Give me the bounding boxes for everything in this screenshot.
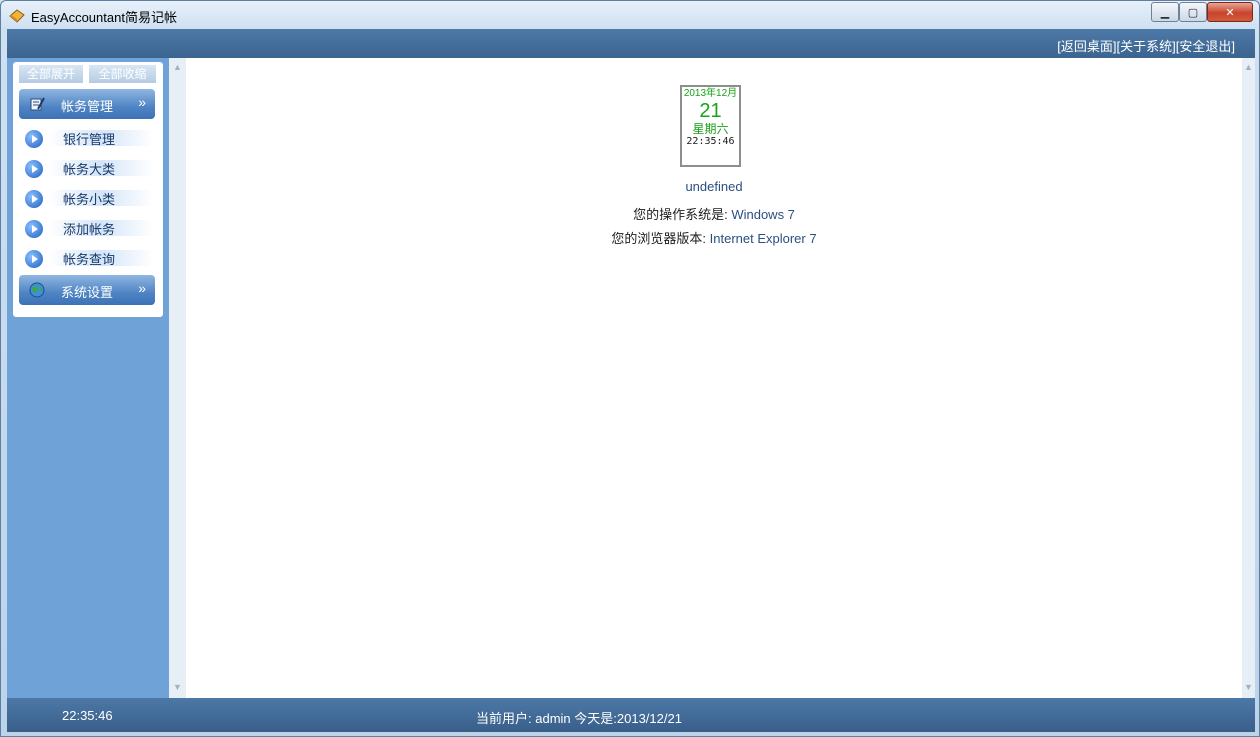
sidebar-scrollbar[interactable]: ▲ ▼ [169, 58, 186, 698]
close-icon: ✕ [1225, 6, 1235, 19]
globe-icon [29, 282, 45, 298]
chevron-double-right-icon: » [138, 280, 146, 296]
sidebar-item-label: 添加帐务 [63, 222, 116, 237]
play-icon [25, 190, 43, 208]
expand-all-button[interactable]: 全部展开 [19, 65, 83, 83]
calendar-weekday: 星期六 [692, 122, 729, 136]
sidebar-item-label: 银行管理 [63, 132, 116, 147]
user-name: admin [535, 711, 571, 726]
group-system-settings[interactable]: 系统设置 » [19, 275, 155, 305]
app-window: EasyAccountant简易记帐 ▁ ▢ ✕ [返回桌面][关于系统][安全… [0, 0, 1260, 737]
header-links: [返回桌面][关于系统][安全退出] [1057, 36, 1235, 55]
today-date: 2013/12/21 [616, 711, 682, 726]
content-scrollbar[interactable]: ▲ ▼ [1242, 58, 1255, 698]
calendar-year-month: 2013年12月 [683, 88, 738, 99]
status-user-info: 当前用户: admin 今天是:2013/12/21 [476, 708, 682, 727]
browser-value: Internet Explorer 7 [709, 231, 817, 246]
main-content: 2013年12月 21 星期六 22:35:46 undefined 您的操作系… [186, 58, 1242, 698]
sidebar-item-minor-category[interactable]: 帐务小类 [19, 186, 155, 210]
os-label: 您的操作系统是: [633, 207, 732, 222]
play-icon [25, 220, 43, 238]
minimize-button[interactable]: ▁ [1151, 2, 1179, 22]
group-account-management[interactable]: 帐务管理 » [19, 89, 155, 119]
user-label: 当前用户: [476, 711, 536, 726]
close-button[interactable]: ✕ [1207, 2, 1253, 22]
book-pen-icon [30, 97, 45, 111]
minimize-icon: ▁ [1160, 6, 1170, 19]
group-label: 帐务管理 [61, 99, 114, 114]
browser-info: 您的浏览器版本: Internet Explorer 7 [186, 228, 1242, 247]
scroll-down-icon[interactable]: ▼ [171, 681, 184, 694]
maximize-icon: ▢ [1187, 6, 1199, 19]
play-icon [25, 250, 43, 268]
browser-label: 您的浏览器版本: [611, 231, 710, 246]
os-value: Windows 7 [731, 207, 795, 222]
collapse-all-button[interactable]: 全部收缩 [89, 65, 156, 83]
maximize-button[interactable]: ▢ [1179, 2, 1207, 22]
app-logo-icon [9, 9, 25, 23]
sidebar-item-query-account[interactable]: 帐务查询 [19, 246, 155, 270]
play-icon [25, 160, 43, 178]
group-label: 系统设置 [61, 285, 114, 300]
scroll-down-icon[interactable]: ▼ [1242, 681, 1255, 694]
app-body: [返回桌面][关于系统][安全退出] 全部展开 全部收缩 帐务管理 » 银行管理… [7, 29, 1255, 732]
safe-exit-link[interactable]: [安全退出] [1176, 39, 1235, 54]
sidebar-item-major-category[interactable]: 帐务大类 [19, 156, 155, 180]
info-line-1: undefined [186, 179, 1242, 194]
os-info: 您的操作系统是: Windows 7 [186, 204, 1242, 223]
status-bar: 22:35:46 当前用户: admin 今天是:2013/12/21 [7, 698, 1255, 732]
play-icon [25, 130, 43, 148]
scroll-up-icon[interactable]: ▲ [171, 61, 184, 74]
sidebar-item-add-account[interactable]: 添加帐务 [19, 216, 155, 240]
calendar-widget: 2013年12月 21 星期六 22:35:46 [680, 85, 741, 167]
today-label: 今天是: [570, 711, 617, 726]
chevron-double-right-icon: » [138, 94, 146, 110]
status-clock: 22:35:46 [62, 708, 113, 723]
window-title: EasyAccountant简易记帐 [31, 10, 177, 25]
return-desktop-link[interactable]: [返回桌面] [1057, 39, 1116, 54]
calendar-time: 22:35:46 [686, 136, 735, 147]
sidebar-item-label: 帐务查询 [63, 252, 116, 267]
menu-panel: 全部展开 全部收缩 帐务管理 » 银行管理 帐务大类 帐务小类 添加帐务 帐务查… [13, 62, 163, 317]
info-undefined-text: undefined [685, 179, 743, 194]
sidebar-item-label: 帐务小类 [63, 192, 116, 207]
sidebar-item-bank[interactable]: 银行管理 [19, 126, 155, 150]
header-bar: [返回桌面][关于系统][安全退出] [7, 29, 1255, 58]
sidebar: 全部展开 全部收缩 帐务管理 » 银行管理 帐务大类 帐务小类 添加帐务 帐务查… [7, 58, 186, 698]
calendar-day: 21 [699, 100, 722, 122]
scroll-up-icon[interactable]: ▲ [1242, 61, 1255, 74]
about-system-link[interactable]: [关于系统] [1117, 39, 1176, 54]
title-bar[interactable]: EasyAccountant简易记帐 ▁ ▢ ✕ [1, 1, 1259, 29]
sidebar-item-label: 帐务大类 [63, 162, 116, 177]
